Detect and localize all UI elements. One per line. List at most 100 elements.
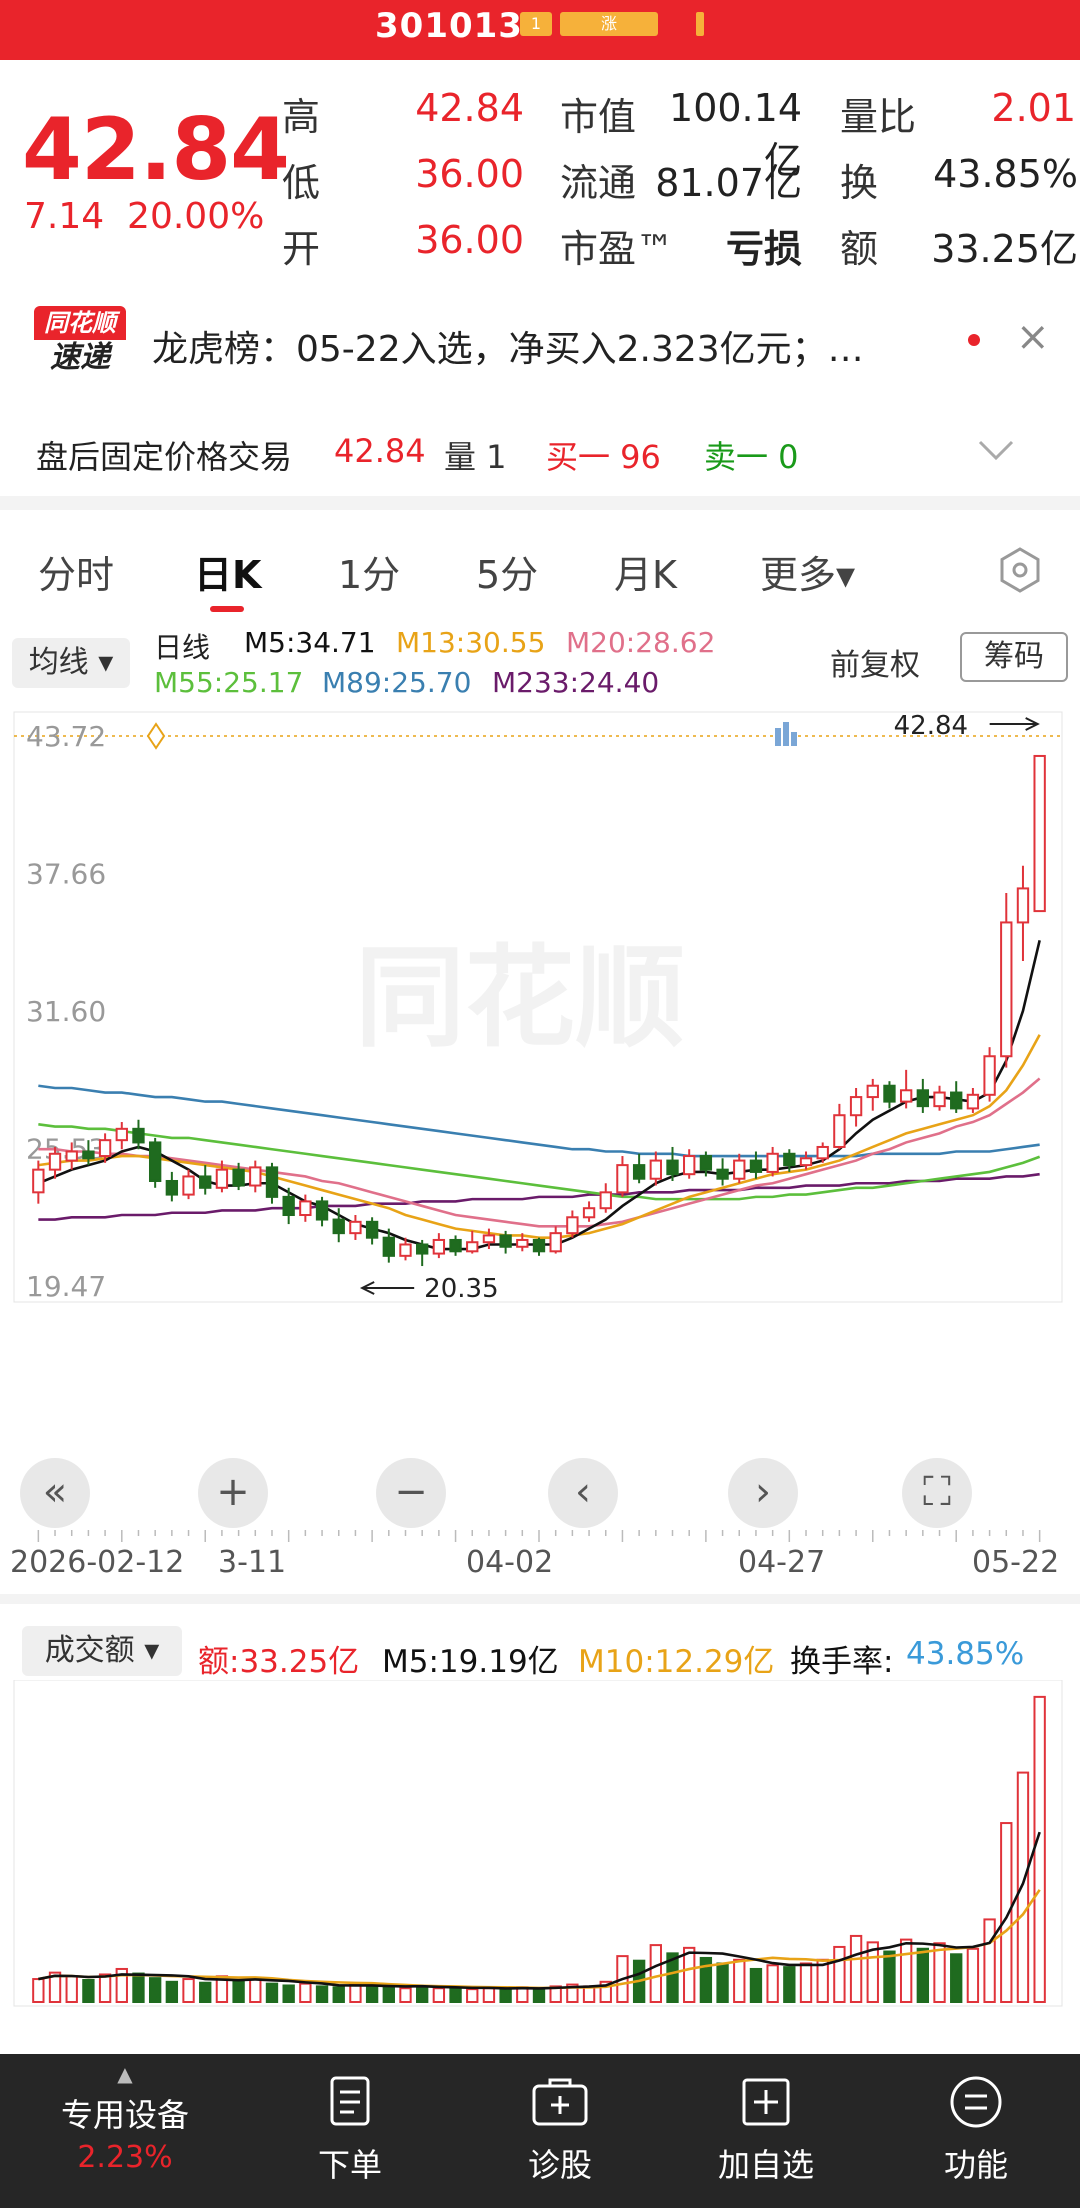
rewind-button[interactable]: «: [20, 1458, 90, 1528]
candle: [799, 1151, 813, 1170]
x-axis-label: 05-22: [972, 1545, 1059, 1580]
function-label: 功能: [943, 2146, 1008, 2184]
y-axis-label: 19.47: [26, 1270, 106, 1303]
volume-bar: [899, 1938, 913, 2004]
chevron-down-icon[interactable]: [978, 440, 1014, 462]
function-button[interactable]: 功能: [916, 2074, 1036, 2186]
candle-body: [566, 1216, 579, 1235]
legend-m233: M233:24.40: [492, 666, 660, 699]
pe-value: 亏损: [725, 227, 802, 271]
volume-bar: [983, 1918, 996, 2003]
news-logo-bottom: 速递: [50, 340, 110, 375]
order-button[interactable]: 下单: [290, 2074, 410, 2186]
tab-more[interactable]: 更多▾: [760, 544, 855, 599]
after-hours-trade-row[interactable]: 盘后固定价格交易 42.84 量 1 买一 96 卖一 0: [0, 406, 1080, 496]
legend-turnover-value: 43.85%: [906, 1636, 1025, 1672]
fullscreen-button[interactable]: ⛶: [902, 1458, 972, 1528]
high-value: 42.84: [415, 86, 524, 130]
candle: [132, 1119, 145, 1150]
candle: [416, 1239, 429, 1267]
volume-bar: [282, 1984, 295, 2004]
sector-button[interactable]: ▲ 专用设备 2.23%: [30, 2062, 220, 2175]
tab-1min[interactable]: 1分: [338, 544, 400, 599]
close-icon[interactable]: ×: [1016, 314, 1050, 360]
tab-monthly-k[interactable]: 月K: [614, 544, 677, 599]
add-favorite-button[interactable]: 加自选: [706, 2074, 826, 2186]
ma-select-button[interactable]: 均线 ▾: [12, 638, 130, 688]
open-value: 36.00: [415, 218, 524, 262]
candle-body: [82, 1150, 95, 1160]
candle-body: [649, 1159, 662, 1180]
candle-body: [215, 1168, 229, 1189]
candle: [32, 1160, 45, 1204]
after-hours-label: 盘后固定价格交易: [36, 438, 293, 476]
candle-body: [1033, 754, 1046, 913]
volume-bar: [148, 1977, 162, 2003]
candle-body: [716, 1168, 729, 1180]
candle-body: [48, 1152, 62, 1171]
tab-intraday[interactable]: 分时: [38, 544, 114, 599]
chips-button[interactable]: 筹码: [960, 632, 1068, 682]
legend-vol-m10: M10:12.29亿: [578, 1644, 775, 1680]
indicator-select-button[interactable]: 成交额 ▾: [22, 1626, 182, 1676]
volume-bar: [683, 1946, 696, 2004]
after-hours-volume: 量 1: [444, 438, 507, 476]
scroll-right-button[interactable]: ›: [728, 1458, 798, 1528]
candlestick-chart[interactable]: 同花顺43.7237.6631.6025.5319.4742.8420.35: [0, 706, 1080, 1306]
volume-bar: [482, 1987, 496, 2003]
diagnose-icon: [532, 2078, 588, 2126]
volume-bar: [65, 1975, 78, 2003]
adjust-label[interactable]: 前复权: [830, 640, 920, 684]
news-text[interactable]: 龙虎榜：05-22入选，净买入2.323亿元；…: [152, 320, 864, 372]
news-logo: 同花顺 速递: [34, 306, 126, 376]
candle-body: [182, 1175, 195, 1196]
settings-hexagon-icon[interactable]: [996, 546, 1044, 594]
float-cap-label: 流通: [560, 161, 637, 205]
volume-bar: [966, 1947, 980, 2003]
tab-daily-k[interactable]: 日K: [194, 544, 261, 599]
legend-daily: 日线: [154, 631, 211, 664]
candle-body: [816, 1145, 829, 1160]
volume-bar: [399, 1987, 412, 2003]
tag-badge-2: 涨: [560, 12, 658, 36]
scroll-left-button[interactable]: ‹: [548, 1458, 618, 1528]
candle: [599, 1183, 612, 1213]
change-percent: 20.00%: [127, 196, 265, 237]
candle-body: [482, 1234, 496, 1244]
candle-body: [32, 1168, 45, 1194]
candle-body: [249, 1166, 262, 1187]
diagnose-label: 诊股: [527, 2146, 592, 2184]
candle: [866, 1078, 879, 1111]
turnover-value: 43.85%: [933, 152, 1078, 196]
volume-bar: [98, 1973, 112, 2003]
candle-body: [416, 1243, 429, 1255]
zoom-in-button[interactable]: +: [198, 1458, 268, 1528]
candle-body: [532, 1238, 546, 1253]
order-icon: [330, 2076, 370, 2126]
candle: [549, 1226, 562, 1254]
candle: [199, 1165, 212, 1195]
volume-bar: [749, 1967, 763, 2003]
candle-body: [933, 1091, 946, 1108]
low-marker-label: 20.35: [424, 1274, 498, 1304]
tab-5min[interactable]: 5分: [476, 544, 538, 599]
current-price: 42.84: [22, 100, 290, 200]
volume-bar: [249, 1977, 262, 2003]
zoom-out-button[interactable]: −: [376, 1458, 446, 1528]
price-change: 7.14 20.00%: [24, 196, 264, 237]
candle-body: [582, 1207, 596, 1219]
candle-body: [599, 1191, 612, 1210]
candle-body: [766, 1152, 779, 1173]
event-bar-icon: [775, 728, 781, 746]
diagnose-button[interactable]: 诊股: [500, 2074, 620, 2186]
news-banner[interactable]: 同花顺 速递 龙虎榜：05-22入选，净买入2.323亿元；… ×: [0, 290, 1080, 390]
volume-chart[interactable]: [0, 1680, 1080, 2010]
volume-bar: [933, 1942, 946, 2004]
candle: [432, 1233, 446, 1259]
candle: [1000, 892, 1013, 1068]
unread-dot: [968, 334, 980, 346]
candle-body: [432, 1238, 446, 1255]
candle-body: [399, 1243, 412, 1257]
legend-turnover-label: 换手率:: [790, 1644, 894, 1680]
candle-body: [65, 1150, 78, 1162]
